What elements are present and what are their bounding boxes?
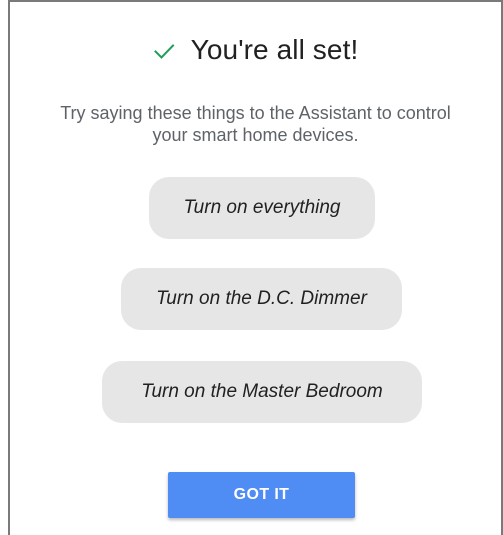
dialog-title: You're all set! [190,34,359,65]
got-it-button-label: GOT IT [233,486,290,503]
suggestion-chip-turn-on-everything[interactable]: Turn on everything [149,177,375,239]
suggestion-chip-turn-on-master-bedroom[interactable]: Turn on the Master Bedroom [102,361,422,423]
dialog-subtitle: Try saying these things to the Assistant… [60,103,451,145]
setup-complete-dialog: You're all set! Try saying these things … [10,2,501,535]
suggestion-chip-turn-on-dimmer[interactable]: Turn on the D.C. Dimmer [121,268,402,330]
suggestion-chip-label: Turn on the Master Bedroom [141,381,383,402]
dialog-header: You're all set! [10,28,501,72]
screen: You're all set! Try saying these things … [0,0,503,535]
check-icon [153,40,175,62]
suggestion-chip-label: Turn on the D.C. Dimmer [156,288,367,309]
suggestion-chip-label: Turn on everything [183,197,341,218]
got-it-button[interactable]: GOT IT [168,472,355,518]
